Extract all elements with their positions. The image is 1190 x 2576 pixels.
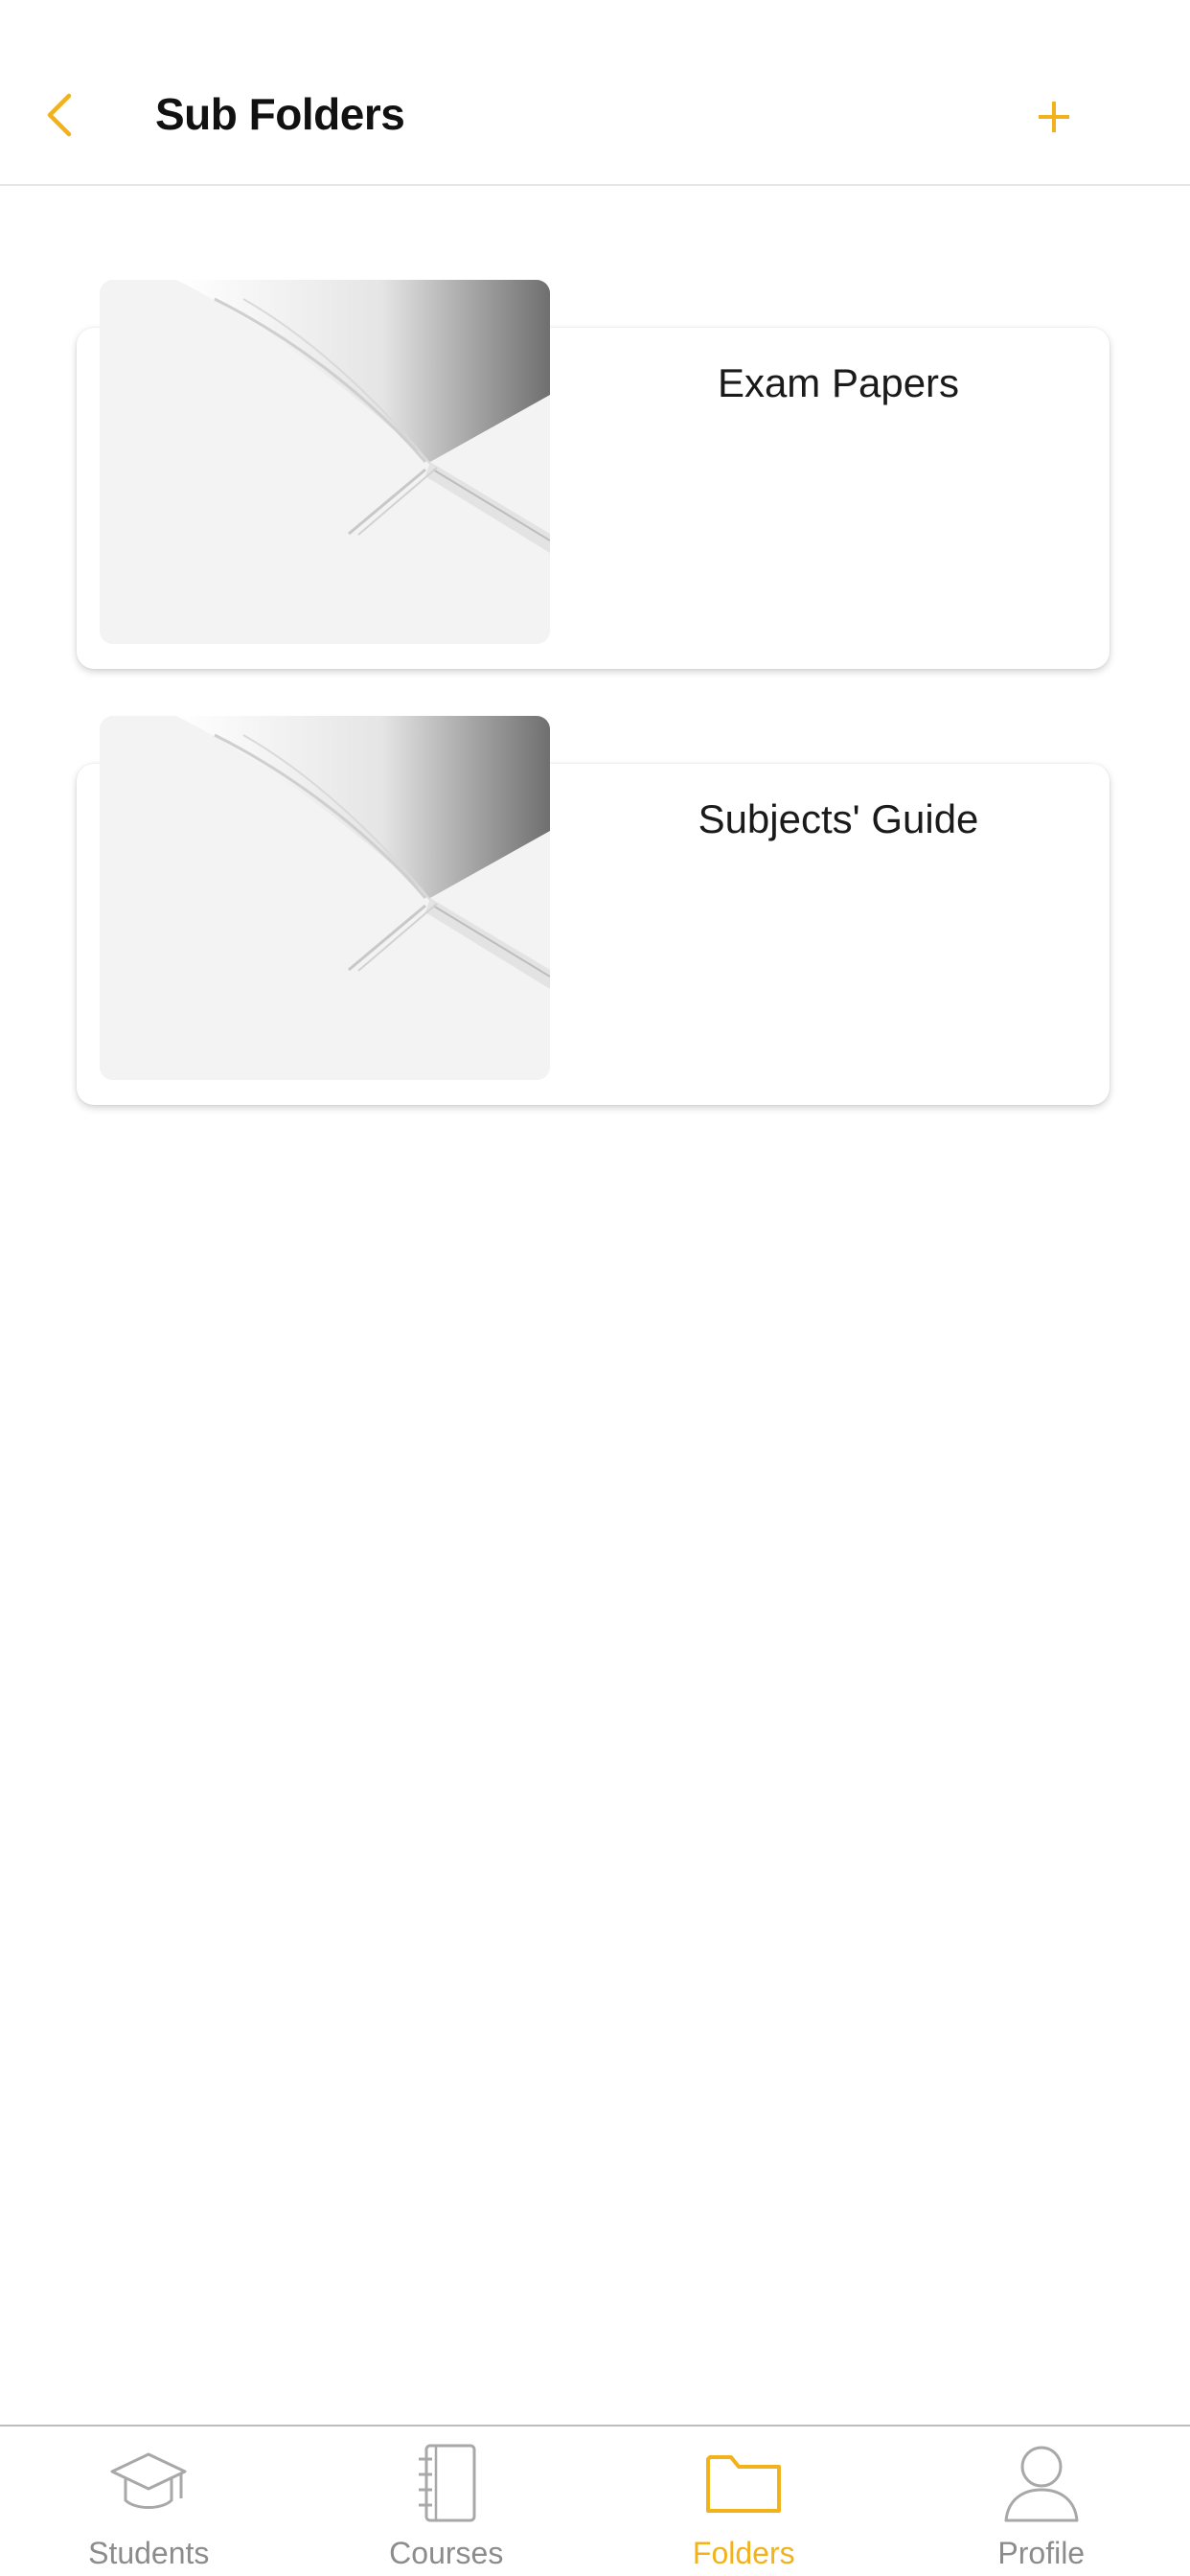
page-title: Sub Folders [155,89,405,139]
nav-item-profile[interactable]: Profile [893,2426,1190,2576]
nav-label: Folders [692,2536,795,2570]
folder-icon [700,2440,787,2526]
nav-item-folders[interactable]: Folders [595,2426,893,2576]
add-folder-button[interactable] [1023,86,1085,148]
back-button[interactable] [34,86,82,144]
plus-icon [1039,102,1069,132]
nav-item-courses[interactable]: Courses [298,2426,596,2576]
nav-label: Profile [997,2536,1086,2570]
nav-label: Courses [389,2536,504,2570]
nav-label: Students [88,2536,210,2570]
folder-label: Subjects' Guide [698,796,979,841]
user-icon [998,2440,1085,2526]
sub-folders-screen: Sub Folders Exam Papers Subjects' Guide … [0,0,1190,2576]
chevron-left-icon [47,93,72,137]
nav-item-students[interactable]: Students [0,2426,298,2576]
notebook-icon [403,2440,490,2526]
open-book-image [100,280,550,644]
folder-label: Exam Papers [717,360,960,405]
open-book-image [100,716,550,1080]
app-header: Sub Folders [0,0,1190,186]
graduation-cap-icon [105,2440,192,2526]
bottom-nav: Students Courses Folders Profile [0,2425,1190,2576]
